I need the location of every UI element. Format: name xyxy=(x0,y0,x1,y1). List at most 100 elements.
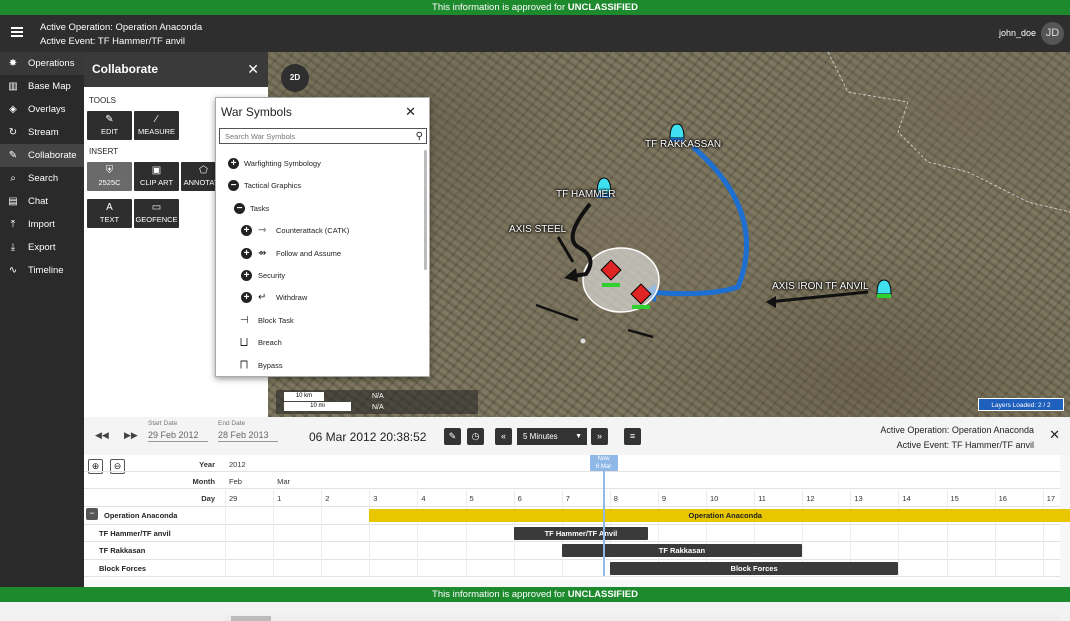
tree-item-warfighting-symbology[interactable]: + Warfighting Symbology xyxy=(216,153,426,175)
collaborate-title: Collaborate xyxy=(92,62,159,76)
nav-item-overlays[interactable]: ◈ Overlays xyxy=(0,98,84,121)
end-date-field[interactable]: End Date 28 Feb 2013 xyxy=(218,420,278,442)
filter-button[interactable]: ≡ xyxy=(624,428,641,445)
close-icon[interactable]: ✕ xyxy=(405,98,416,126)
search-icon[interactable]: ⚲ xyxy=(416,131,423,142)
edit-time-button[interactable]: ✎ xyxy=(444,428,461,445)
nav-item-collaborate[interactable]: ✎ Collaborate xyxy=(0,144,84,167)
search-input[interactable] xyxy=(219,128,427,144)
nav-item-label: Stream xyxy=(28,127,59,138)
month-header: Month xyxy=(192,477,216,486)
tree-item-security[interactable]: + Security xyxy=(216,265,426,287)
row-divider xyxy=(84,524,1060,525)
end-date-value[interactable]: 28 Feb 2013 xyxy=(218,430,278,442)
expand-icon[interactable]: + xyxy=(228,158,239,169)
scrollbar[interactable] xyxy=(424,150,427,270)
friendly-unit-icon[interactable] xyxy=(876,279,892,298)
edit-button[interactable]: ✎ EDIT xyxy=(87,111,132,140)
expand-icon[interactable]: + xyxy=(241,269,252,281)
2525c-button[interactable]: ⛨ 2525C xyxy=(87,162,132,191)
tree-item-tactical-graphics[interactable]: − Tactical Graphics xyxy=(216,175,426,197)
active-operation: Active Operation: Operation Anaconda xyxy=(40,22,203,33)
horizontal-scrollbar[interactable] xyxy=(225,615,1060,621)
download-icon: ⤓ xyxy=(10,242,16,253)
tree-item-label: Withdraw xyxy=(276,293,308,303)
nav-item-base-map[interactable]: ▥ Base Map xyxy=(0,75,84,98)
row-divider xyxy=(84,488,1060,489)
day-divider xyxy=(994,490,996,576)
day-cell: 14 xyxy=(902,494,911,503)
hamburger-menu-icon[interactable] xyxy=(11,27,23,37)
step-forward-button[interactable]: » xyxy=(591,428,608,445)
timeline-panel: ◀◀ ▶▶ Start Date 29 Feb 2012 End Date 28… xyxy=(84,417,1070,621)
tree-item-counterattack-catk[interactable]: + ⇾ Counterattack (CATK) xyxy=(216,220,426,242)
fast-forward-icon[interactable]: ▶▶ xyxy=(124,430,138,441)
expand-icon[interactable]: + xyxy=(241,292,252,304)
rewind-icon[interactable]: ◀◀ xyxy=(95,430,109,441)
nav-item-import[interactable]: ⤒ Import xyxy=(0,213,84,236)
timeline-bar[interactable]: TF Rakkasan xyxy=(561,544,803,557)
timeline-bar[interactable]: TF Hammer/TF Anvil xyxy=(513,526,649,540)
nav-item-export[interactable]: ⤓ Export xyxy=(0,236,84,259)
current-time: 06 Mar 2012 20:38:52 xyxy=(309,430,427,444)
close-icon[interactable]: ✕ xyxy=(247,52,259,87)
step-back-button[interactable]: « xyxy=(495,428,512,445)
nav-item-label: Overlays xyxy=(28,104,66,115)
chat-icon: ▤ xyxy=(8,196,18,207)
war-symbols-header: War Symbols ✕ xyxy=(216,98,429,126)
timeline-row-label: Operation Anaconda xyxy=(104,511,178,520)
map-point[interactable] xyxy=(580,338,586,344)
clip-art-button[interactable]: ▣ CLIP ART xyxy=(134,162,179,191)
tree-item-breach[interactable]: ⨆ Breach xyxy=(216,332,426,354)
expand-icon[interactable]: + xyxy=(241,247,252,259)
tool-label: CLIP ART xyxy=(139,178,174,187)
close-icon[interactable]: ✕ xyxy=(1049,427,1060,443)
day-cell: 12 xyxy=(806,494,815,503)
day-divider xyxy=(369,490,371,576)
day-header: Day xyxy=(201,494,215,503)
nav-item-label: Collaborate xyxy=(28,150,77,161)
timeline-bar[interactable]: Operation Anaconda xyxy=(369,509,1070,522)
tree-item-tasks[interactable]: − Tasks xyxy=(216,198,426,220)
start-date-field[interactable]: Start Date 29 Feb 2012 xyxy=(148,420,208,442)
clock-button[interactable]: ◷ xyxy=(467,428,484,445)
collapse-icon[interactable]: − xyxy=(234,202,245,214)
active-operation-info: Active Operation: Operation Anaconda Act… xyxy=(40,21,202,49)
start-date-value[interactable]: 29 Feb 2012 xyxy=(148,430,208,442)
user-name[interactable]: john_doe xyxy=(999,28,1036,38)
nav-item-chat[interactable]: ▤ Chat xyxy=(0,190,84,213)
tree-item-follow-and-assume[interactable]: + ⇴ Follow and Assume xyxy=(216,243,426,265)
text-button[interactable]: A TEXT xyxy=(87,199,132,228)
tool-label: 2525C xyxy=(98,178,121,187)
step-select[interactable]: 5 Minutes ▼ xyxy=(517,428,587,445)
tree-item-bypass[interactable]: ⨅ Bypass xyxy=(216,355,426,377)
symbol-glyph-icon: ⇴ xyxy=(258,247,267,259)
collaborate-header: Collaborate ✕ xyxy=(84,52,268,87)
rectangle-icon: ▭ xyxy=(151,202,162,213)
2d-toggle-button[interactable]: 2D xyxy=(281,64,309,92)
banner-prefix: This information is approved for xyxy=(432,2,566,13)
scrollbar-thumb[interactable] xyxy=(231,616,271,621)
day-divider xyxy=(1042,490,1044,576)
avatar[interactable]: JD xyxy=(1041,22,1064,45)
war-symbols-title: War Symbols xyxy=(221,105,292,119)
expand-icon[interactable]: + xyxy=(241,225,252,237)
day-divider xyxy=(898,490,900,576)
measure-button[interactable]: ∕ MEASURE xyxy=(134,111,179,140)
day-cell: 17 xyxy=(1046,494,1056,503)
day-cell: 9 xyxy=(661,494,667,503)
day-divider xyxy=(273,490,275,576)
nav-item-timeline[interactable]: ∿ Timeline xyxy=(0,259,84,282)
geofence-button[interactable]: ▭ GEOFENCE xyxy=(134,199,179,228)
left-nav: ✸ Operations ▥ Base Map ◈ Overlays ↻ Stream ✎ Col… xyxy=(0,52,84,587)
collapse-icon[interactable]: − xyxy=(228,180,239,192)
now-tag: Now 6 Mar xyxy=(589,455,618,471)
nav-item-search[interactable]: ⌕ Search xyxy=(0,167,84,190)
timeline-bar[interactable]: Block Forces xyxy=(609,561,899,575)
tree-item-block-task[interactable]: ⊣ Block Task xyxy=(216,310,426,332)
nav-item-stream[interactable]: ↻ Stream xyxy=(0,121,84,144)
classification-banner-top: This information is approved for UNCLASS… xyxy=(0,0,1070,15)
tree-item-withdraw[interactable]: + ↵ Withdraw xyxy=(216,287,426,309)
nav-item-operations[interactable]: ✸ Operations xyxy=(0,52,84,75)
collapse-icon[interactable]: − xyxy=(86,508,98,520)
